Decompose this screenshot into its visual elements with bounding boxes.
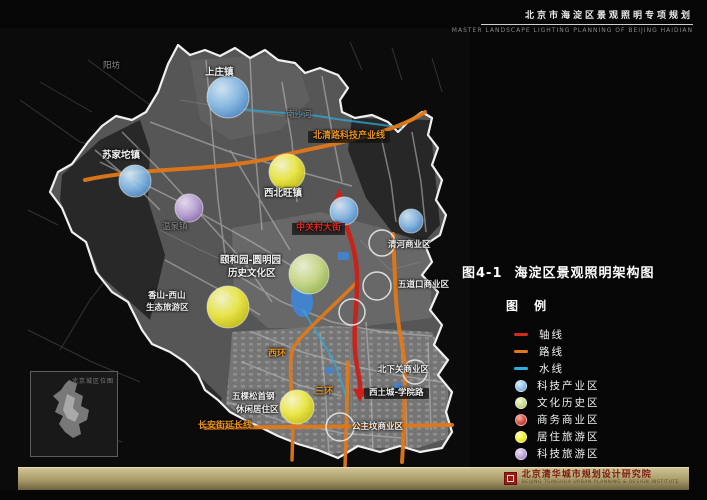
map-label-yangfang: 阳坊 — [103, 61, 121, 71]
water-pond-3 — [325, 367, 334, 374]
zone-circle-wenquan-purple — [174, 193, 204, 223]
map-label-wukesong-1: 五棵松首钢 — [232, 392, 275, 402]
legend-item-water: 水线 — [514, 360, 702, 377]
legend-label: 路线 — [539, 346, 564, 358]
legend-item-culture-history: 文化历史区 — [514, 394, 702, 411]
publisher: 北京清华城市规划设计研究院 BEIJING TSINGHUA URBAN PLA… — [503, 470, 679, 486]
figure-title: 海淀区景观照明架构图 — [514, 266, 655, 281]
map-label-gongzhufen: 公主坟商业区 — [352, 422, 404, 432]
zone-circle-wukesong-yellow — [279, 389, 315, 425]
legend-item-tech-tourism: 科技旅游区 — [514, 445, 702, 462]
map-label-wukesong-2: 休闲居住区 — [236, 405, 279, 415]
publisher-subtitle: BEIJING TSINGHUA URBAN PLANNING & DESIGN… — [521, 480, 679, 485]
figure-number: 图4-1 — [462, 266, 503, 281]
legend-item-route: 路线 — [514, 343, 702, 360]
map-label-xiangshan-2: 生态旅游区 — [146, 303, 189, 313]
zone-circle-north-yellow — [268, 153, 306, 191]
header-divider — [481, 24, 693, 25]
map-label-yiheyuan-2: 历史文化区 — [228, 268, 276, 279]
page-subtitle: MASTER LANDSCAPE LIGHTING PLANNING OF BE… — [451, 27, 693, 34]
map-label-nanshahe: 南沙河 — [286, 110, 312, 120]
legend-items: 轴线 路线 水线 科技产业区 文化历史区 商务商业区 居住旅游区 科技旅游区 — [514, 326, 702, 462]
purple-zone-swatch — [515, 447, 527, 460]
zone-circle-qinghe-blue — [398, 208, 424, 234]
axis-line-swatch — [514, 333, 528, 336]
map-label-beixiaguan: 北下关商业区 — [378, 365, 430, 375]
legend-label: 科技产业区 — [537, 380, 600, 392]
map-label-wudaokou: 五道口商业区 — [398, 280, 450, 290]
legend-item-tech-industry: 科技产业区 — [514, 377, 702, 394]
water-line-swatch — [514, 367, 528, 370]
map-label-qinghe: 清河商业区 — [388, 240, 431, 250]
route-line-swatch — [514, 350, 528, 353]
map-label-sujiatuo: 苏家坨镇 — [102, 150, 141, 161]
zone-circle-yiheyuan-green — [288, 253, 330, 295]
legend-panel: 图4-1 海淀区景观照明架构图 图 例 轴线 路线 水线 科技产业区 文化历史区… — [462, 262, 702, 462]
blue-zone-swatch — [515, 379, 527, 392]
publisher-logo-icon — [503, 471, 517, 485]
map-label-changanjie: 长安街延长线 — [198, 421, 253, 431]
publisher-name: 北京清华城市规划设计研究院 — [521, 470, 652, 480]
legend-label: 科技旅游区 — [537, 448, 600, 460]
legend-item-axis: 轴线 — [514, 326, 702, 343]
legend-label: 商务商业区 — [537, 414, 600, 426]
legend-title: 图 例 — [506, 299, 553, 313]
zone-circle-shangdi-blue — [329, 196, 359, 226]
legend-label: 居住旅游区 — [537, 431, 600, 443]
poster: 阳坊 上庄镇 南沙河 北清路科技产业线 苏家坨镇 西北旺镇 温泉镇 中关村大街 … — [0, 0, 707, 500]
map-label-yiheyuan-1: 颐和园-圆明园 — [220, 255, 281, 266]
map-label-xiangshan-1: 香山-西山 — [148, 291, 186, 301]
map-label-wenquan: 温泉镇 — [162, 222, 188, 232]
legend-item-residential-tourism: 居住旅游区 — [514, 428, 702, 445]
yellow-zone-swatch — [515, 430, 527, 443]
zone-circle-shangzhuang-blue — [206, 75, 250, 119]
zone-circle-xiangshan-yellow — [206, 285, 250, 329]
legend-label: 文化历史区 — [537, 397, 600, 409]
map-label-zhongguancun-axis: 中关村大街 — [292, 223, 346, 235]
footer-bar: 北京清华城市规划设计研究院 BEIJING TSINGHUA URBAN PLA… — [18, 467, 689, 490]
map-label-shangzhuang: 上庄镇 — [205, 67, 234, 78]
legend-label: 水线 — [539, 363, 564, 375]
green-zone-swatch — [515, 396, 527, 409]
map-label-beiqinglu-line: 北清路科技产业线 — [308, 131, 391, 143]
map-label-sanhuan: 三环 — [315, 387, 334, 397]
inset-location-map: 北京城区位图 — [30, 371, 118, 457]
map-label-xihuan: 西环 — [268, 349, 287, 359]
legend-item-business: 商务商业区 — [514, 411, 702, 428]
map-label-xibeiwang: 西北旺镇 — [264, 188, 303, 199]
page-title: 北京市海淀区景观照明专项规划 — [524, 11, 693, 21]
legend-label: 轴线 — [539, 329, 564, 341]
header: 北京市海淀区景观照明专项规划 MASTER LANDSCAPE LIGHTING… — [413, 8, 693, 34]
zone-circle-sujiatuo-blue — [118, 164, 152, 198]
water-pond-1 — [338, 252, 349, 260]
map-label-xitucheng: 西土城-学院路 — [364, 388, 429, 400]
red-zone-swatch — [515, 413, 527, 426]
inset-label: 北京城区位图 — [71, 378, 114, 385]
